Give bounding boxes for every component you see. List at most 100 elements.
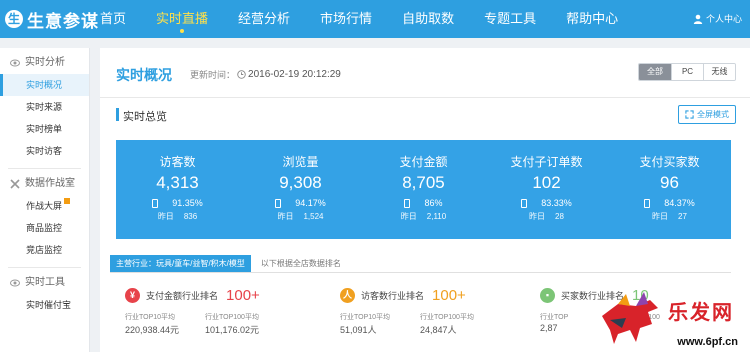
watermark-url: www.6pf.cn (677, 336, 738, 348)
stat-rate-value: 83.33% (541, 198, 572, 208)
stat-rate-value: 91.35% (172, 198, 203, 208)
stat-wireless-rate: 94.17% (239, 198, 362, 208)
yuan-icon: ¥ (125, 287, 140, 303)
sidebar-item-competitor-monitor[interactable]: 竞店监控 (0, 239, 89, 261)
yesterday-value: 27 (678, 212, 687, 221)
sidebar-divider (8, 267, 81, 268)
filter-pc-button[interactable]: PC (671, 64, 703, 80)
watermark-text: 乐发网 (668, 300, 734, 324)
sidebar-group-label: 实时工具 (25, 277, 65, 288)
device-filter: 全部 PC 无线 (638, 63, 736, 81)
eye-icon (10, 279, 20, 287)
card-title: 支付金额行业排名 (146, 290, 219, 301)
update-label: 更新时间： (190, 70, 236, 80)
sidebar-item-payment-reminder[interactable]: 实时催付宝 (0, 294, 89, 316)
logo-text: 生意参谋 (27, 11, 99, 31)
nav-operation-analysis[interactable]: 经营分析 (238, 0, 290, 38)
phone-icon (404, 198, 411, 208)
stat-wireless-rate: 84.37% (608, 198, 731, 208)
stat-wireless-rate: 83.33% (485, 198, 608, 208)
nav-market[interactable]: 市场行情 (320, 0, 372, 38)
sidebar-item-big-screen[interactable]: 作战大屏 (0, 195, 89, 217)
summary-header: 实时总览 全屏模式 (100, 102, 750, 126)
nav-help-center[interactable]: 帮助中心 (566, 0, 618, 38)
yesterday-label: 昨日 (400, 212, 417, 221)
card-top100: 行业TOP100平均 24,847人 (420, 312, 500, 336)
stat-yesterday: 昨日 27 (608, 211, 731, 222)
user-center-link[interactable]: 个人中心 (693, 12, 742, 25)
logo[interactable]: 生 生意参谋 (5, 7, 99, 31)
stat-visitors: 访客数 4,313 91.35% 昨日 836 (116, 140, 239, 239)
sidebar-group-realtime-analysis: 实时分析 (0, 52, 89, 74)
filter-wireless-button[interactable]: 无线 (703, 64, 735, 80)
bag-icon: ▪ (540, 287, 555, 303)
cross-tools-icon (10, 179, 20, 189)
sidebar-item-realtime-ranking[interactable]: 实时榜单 (0, 118, 89, 140)
logo-icon: 生 (5, 10, 23, 28)
sidebar-divider (8, 168, 81, 169)
main-industry-tab[interactable]: 主营行业：玩具/童车/益智/积木/模型 (110, 255, 251, 272)
nav-home[interactable]: 首页 (100, 0, 126, 38)
card-rank: 100+ (226, 286, 260, 304)
main-nav: 首页 实时直播 经营分析 市场行情 自助取数 专题工具 帮助中心 (100, 0, 648, 38)
stat-sub-orders: 支付子订单数 102 83.33% 昨日 28 (485, 140, 608, 239)
yesterday-label: 昨日 (277, 212, 294, 221)
nav-special-tools[interactable]: 专题工具 (484, 0, 536, 38)
sidebar-item-realtime-visitors[interactable]: 实时访客 (0, 140, 89, 162)
summary-stats-band: 访客数 4,313 91.35% 昨日 836 浏览量 9,308 94.17% … (116, 140, 731, 239)
industry-divider (110, 272, 731, 273)
col-label: 行业TOP100平均 (420, 314, 474, 321)
phone-icon (275, 198, 282, 208)
industry-card-payment: ¥ 支付金额行业排名 100+ 行业TOP10平均 220,938.44元 行业… (125, 284, 325, 352)
sidebar: 实时分析 实时概况 实时来源 实时榜单 实时访客 数据作战室 作战大屏 商品监控… (0, 48, 90, 352)
fullscreen-icon (685, 110, 694, 119)
yesterday-value: 1,524 (303, 212, 324, 221)
industry-header: 主营行业：玩具/童车/益智/积木/模型 以下根据全店数据排名 (110, 255, 341, 272)
stat-label: 访客数 (159, 155, 196, 169)
sidebar-item-realtime-source[interactable]: 实时来源 (0, 96, 89, 118)
stat-yesterday: 昨日 28 (485, 211, 608, 222)
stat-label: 支付买家数 (639, 155, 700, 169)
user-icon (693, 14, 703, 24)
update-time-value: 2016-02-19 20:12:29 (248, 69, 341, 80)
clock-icon (237, 70, 246, 79)
stat-label: 浏览量 (282, 155, 319, 169)
sidebar-group-label: 实时分析 (25, 57, 65, 68)
yesterday-value: 2,110 (426, 212, 447, 221)
stat-label: 支付金额 (399, 155, 448, 169)
stat-value: 9,308 (279, 173, 322, 192)
card-top10: 行业TOP10平均 220,938.44元 (125, 312, 205, 336)
user-center-label: 个人中心 (705, 14, 742, 24)
nav-self-service-data[interactable]: 自助取数 (402, 0, 454, 38)
phone-icon (644, 198, 651, 208)
page-title: 实时概况 (116, 67, 172, 83)
industry-note: 以下根据全店数据排名 (260, 259, 341, 268)
fullscreen-label: 全屏模式 (697, 110, 729, 119)
filter-all-button[interactable]: 全部 (639, 64, 671, 80)
yesterday-label: 昨日 (652, 212, 669, 221)
sidebar-item-realtime-overview[interactable]: 实时概况 (0, 74, 89, 96)
sidebar-group-label: 数据作战室 (25, 178, 75, 189)
fullscreen-button[interactable]: 全屏模式 (678, 105, 736, 124)
nav-realtime[interactable]: 实时直播 (156, 0, 208, 38)
sidebar-item-product-monitor[interactable]: 商品监控 (0, 217, 89, 239)
phone-icon (152, 198, 159, 208)
stat-yesterday: 昨日 2,110 (362, 211, 485, 222)
sidebar-group-war-room: 数据作战室 (0, 173, 89, 195)
person-icon: 人 (340, 287, 355, 303)
card-title: 访客数行业排名 (361, 290, 425, 301)
industry-card-visitors: 人 访客数行业排名 100+ 行业TOP10平均 51,091人 行业TOP10… (340, 284, 540, 352)
col-label: 行业TOP10平均 (125, 314, 176, 321)
stat-wireless-rate: 86% (362, 198, 485, 208)
stat-value: 96 (660, 173, 679, 192)
yesterday-value: 836 (183, 212, 198, 221)
phone-icon (521, 198, 528, 208)
stat-rate-value: 84.37% (664, 198, 695, 208)
yesterday-value: 28 (555, 212, 564, 221)
top-navigation-bar: 生 生意参谋 首页 实时直播 经营分析 市场行情 自助取数 专题工具 帮助中心 … (0, 0, 750, 38)
stat-buyers: 支付买家数 96 84.37% 昨日 27 (608, 140, 731, 239)
new-badge-icon (64, 198, 70, 204)
col-label: 行业TOP100平均 (205, 314, 259, 321)
stat-label: 支付子订单数 (510, 155, 583, 169)
stat-wireless-rate: 91.35% (116, 198, 239, 208)
